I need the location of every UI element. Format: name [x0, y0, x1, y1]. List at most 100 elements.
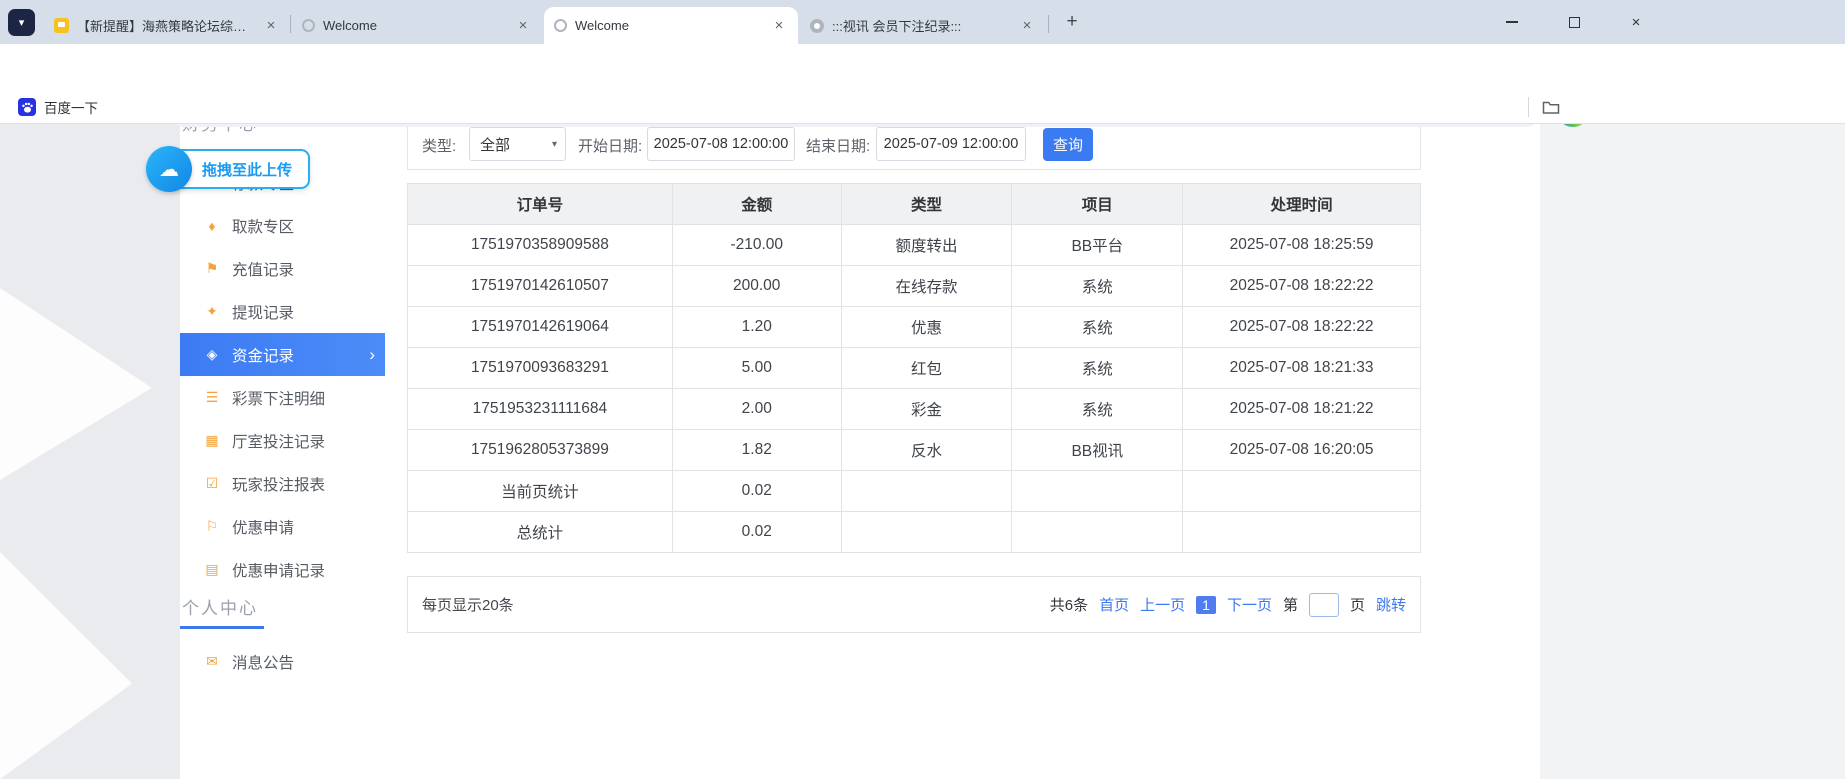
cell-type: 反水 — [841, 430, 1012, 471]
sidebar-item-label: 资金记录 — [232, 344, 294, 366]
table-summary-row: 总统计 0.02 — [408, 512, 1421, 553]
pagination-bar: 每页显示20条 共6条 首页 上一页 1 下一页 第 页 跳转 — [407, 576, 1421, 633]
sidebar-item-lottery-bet-detail[interactable]: ☰ 彩票下注明细 — [180, 376, 385, 419]
browser-tab-welcome-active[interactable]: Welcome × — [544, 7, 798, 44]
bookmarks-bar: 百度一下 — [0, 90, 1845, 124]
cell-process-time: 2025-07-08 18:22:22 — [1183, 266, 1421, 307]
sidebar-item-hall-bet-records[interactable]: ▦ 厅室投注记录 — [180, 419, 385, 462]
cell-project: BB视讯 — [1012, 430, 1183, 471]
sidebar-item-withdraw-zone[interactable]: ♦ 取款专区 — [180, 204, 385, 247]
sidebar-item-withdrawal-records[interactable]: ✦ 提现记录 — [180, 290, 385, 333]
tab-divider — [290, 15, 291, 33]
type-select[interactable]: 全部 ▾ — [469, 127, 566, 161]
cell-order-id: 1751970142610507 — [408, 266, 673, 307]
maximize-button[interactable] — [1559, 10, 1589, 34]
browser-tab-forum[interactable]: 【新提醒】海燕策略论坛综合交 × — [44, 7, 290, 44]
jump-suffix-label: 页 — [1350, 594, 1365, 615]
hall-bet-record-icon: ▦ — [202, 432, 222, 449]
close-window-button[interactable]: × — [1621, 10, 1651, 34]
cell-process-time: 2025-07-08 18:25:59 — [1183, 225, 1421, 266]
cloud-glyph: ☁ — [159, 157, 179, 182]
close-tab-icon[interactable]: × — [262, 17, 280, 35]
cell-process-time: 2025-07-08 18:21:22 — [1183, 389, 1421, 430]
generic-favicon-icon — [810, 19, 824, 33]
sidebar-item-funds-records[interactable]: ◈ 资金记录 › — [180, 333, 385, 376]
start-date-label: 开始日期: — [578, 135, 642, 156]
tab-title: 【新提醒】海燕策略论坛综合交 — [77, 16, 254, 35]
type-label: 类型: — [422, 135, 456, 156]
sidebar-item-label: 厅室投注记录 — [232, 430, 325, 452]
recharge-record-icon: ⚑ — [202, 260, 222, 277]
bookmark-baidu[interactable]: 百度一下 — [12, 95, 104, 119]
next-page-link[interactable]: 下一页 — [1227, 594, 1272, 615]
cell-process-time: 2025-07-08 18:22:22 — [1183, 307, 1421, 348]
close-tab-icon[interactable]: × — [770, 17, 788, 35]
start-date-input[interactable] — [647, 127, 795, 161]
close-tab-icon[interactable]: × — [1018, 17, 1036, 35]
sidebar-item-promo-apply-records[interactable]: ▤ 优惠申请记录 — [180, 548, 385, 591]
cell-project: 系统 — [1012, 266, 1183, 307]
withdrawal-record-icon: ✦ — [202, 303, 222, 320]
cell-amount: 0.02 — [672, 471, 841, 512]
cell-amount: 1.82 — [672, 430, 841, 471]
end-date-label: 结束日期: — [806, 135, 870, 156]
minimize-button[interactable] — [1497, 10, 1527, 34]
cell-empty — [1012, 471, 1183, 512]
col-project: 项目 — [1012, 184, 1183, 225]
cell-type: 红包 — [841, 348, 1012, 389]
table-row: 1751962805373899 1.82 反水 BB视讯 2025-07-08… — [408, 430, 1421, 471]
bookmarks-divider — [1528, 97, 1529, 117]
jump-prefix-label: 第 — [1283, 594, 1298, 615]
cell-amount: 0.02 — [672, 512, 841, 553]
message-icon: ✉ — [202, 653, 222, 670]
sidebar-item-label: 消息公告 — [232, 651, 294, 673]
sidebar-item-label: 取款专区 — [232, 215, 294, 237]
search-button[interactable]: 查询 — [1043, 128, 1093, 161]
jump-page-input[interactable] — [1309, 593, 1339, 617]
other-bookmarks-folder-icon[interactable] — [1542, 99, 1560, 115]
col-process-time: 处理时间 — [1183, 184, 1421, 225]
cell-amount: -210.00 — [672, 225, 841, 266]
drag-upload-overlay[interactable]: 拖拽至此上传 ☁ — [146, 146, 310, 189]
cell-amount: 2.00 — [672, 389, 841, 430]
promo-apply-record-icon: ▤ — [202, 561, 222, 578]
sidebar-item-player-bet-report[interactable]: ☑ 玩家投注报表 — [180, 462, 385, 505]
player-bet-report-icon: ☑ — [202, 475, 222, 492]
tab-search-button[interactable]: ▾ — [8, 9, 35, 36]
sidebar-item-recharge-records[interactable]: ⚑ 充值记录 — [180, 247, 385, 290]
chevron-right-icon: › — [369, 345, 375, 365]
end-date-input[interactable] — [876, 127, 1026, 161]
cell-empty — [841, 471, 1012, 512]
sidebar-item-label: 优惠申请记录 — [232, 559, 325, 581]
browser-address-bar: ← → ↻ ⌂ js13.cc/hhcp/usercenter.html?ini… — [0, 44, 1845, 90]
table-summary-row: 当前页统计 0.02 — [408, 471, 1421, 512]
cell-process-time: 2025-07-08 16:20:05 — [1183, 430, 1421, 471]
chevron-down-icon: ▾ — [552, 139, 557, 150]
cell-summary-label: 总统计 — [408, 512, 673, 553]
generic-favicon-icon — [302, 19, 315, 32]
col-type: 类型 — [841, 184, 1012, 225]
col-amount: 金额 — [672, 184, 841, 225]
table-row: 1751970142610507 200.00 在线存款 系统 2025-07-… — [408, 266, 1421, 307]
sidebar: 财务中心 ✚ 存款专区 ♦ 取款专区 ⚑ 充值记录 ✦ 提现记录 ◈ 资金记录 … — [180, 124, 385, 779]
browser-tab-welcome-1[interactable]: Welcome × — [292, 7, 542, 44]
cell-order-id: 1751970358909588 — [408, 225, 673, 266]
sidebar-item-message-announcement[interactable]: ✉ 消息公告 — [180, 640, 385, 683]
first-page-link[interactable]: 首页 — [1099, 594, 1129, 615]
funds-record-table: 订单号 金额 类型 项目 处理时间 1751970358909588 -210.… — [407, 183, 1421, 553]
browser-tab-video-records[interactable]: :::视讯 会员下注纪录::: × — [800, 7, 1046, 44]
prev-page-link[interactable]: 上一页 — [1140, 594, 1185, 615]
funds-record-icon: ◈ — [202, 346, 222, 363]
promo-apply-icon: ⚐ — [202, 518, 222, 535]
sidebar-item-promo-apply[interactable]: ⚐ 优惠申请 — [180, 505, 385, 548]
table-row: 1751970093683291 5.00 红包 系统 2025-07-08 1… — [408, 348, 1421, 389]
jump-action-link[interactable]: 跳转 — [1376, 594, 1406, 615]
total-count-text: 共6条 — [1050, 594, 1088, 615]
drag-upload-label: 拖拽至此上传 — [202, 159, 292, 180]
col-order-id: 订单号 — [408, 184, 673, 225]
close-tab-icon[interactable]: × — [514, 17, 532, 35]
lottery-bet-detail-icon: ☰ — [202, 389, 222, 406]
decor-triangle — [0, 552, 132, 779]
cell-amount: 5.00 — [672, 348, 841, 389]
new-tab-button[interactable]: + — [1060, 10, 1084, 34]
